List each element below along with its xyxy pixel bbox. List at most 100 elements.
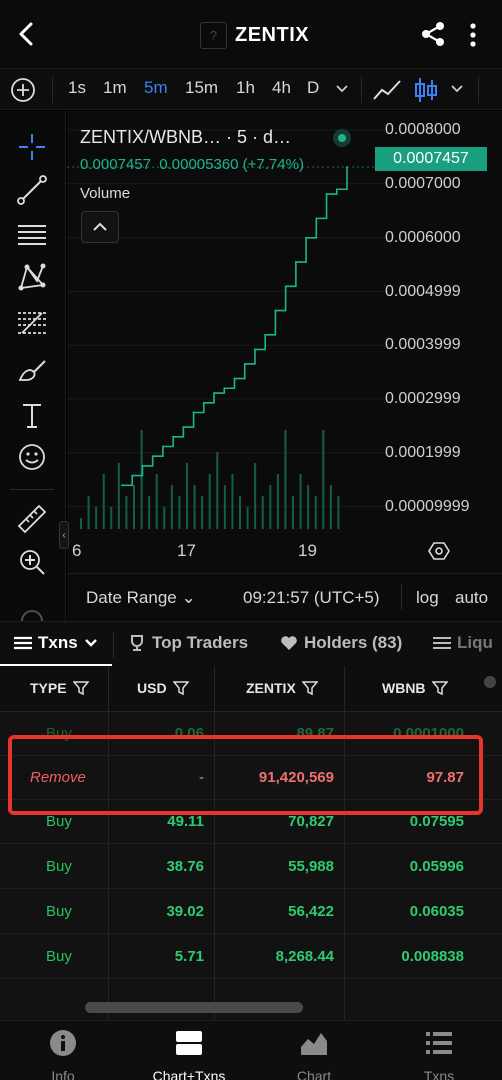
back-arrow-icon[interactable] xyxy=(14,20,38,48)
list-icon xyxy=(426,1032,452,1054)
timeframe-1s[interactable]: 1s xyxy=(68,78,86,98)
split-view-icon xyxy=(176,1031,202,1055)
divider xyxy=(478,77,479,103)
volume-bar xyxy=(102,474,105,529)
x-tick: 19 xyxy=(298,541,317,560)
chevron-down-icon[interactable] xyxy=(450,81,464,95)
volume-bar xyxy=(87,496,90,529)
token-title-group: ? ZENTIX xyxy=(200,20,309,50)
nav-chart[interactable]: Chart xyxy=(264,1029,364,1080)
column-header-zentix[interactable]: ZENTIX xyxy=(246,680,318,696)
zoom-in-icon[interactable] xyxy=(16,546,48,578)
wbnb-cell: 0.06035 xyxy=(409,903,464,920)
price-point xyxy=(305,236,307,239)
ruler-icon[interactable] xyxy=(16,503,48,535)
timeframe-5m[interactable]: 5m xyxy=(144,78,168,98)
table-row[interactable]: Buy 39.02 56,422 0.06035 xyxy=(0,890,502,934)
horizontal-lines-icon[interactable] xyxy=(16,219,48,251)
divider xyxy=(401,584,402,610)
pair-label[interactable]: ZENTIX/WBNB… · 5 · d… xyxy=(80,127,291,148)
crosshair-icon[interactable] xyxy=(16,131,48,163)
date-range-label: Date Range xyxy=(86,588,177,607)
trend-line-icon[interactable] xyxy=(16,174,48,206)
volume-bar xyxy=(125,496,128,529)
column-label: ZENTIX xyxy=(246,680,296,696)
timeframe-d[interactable]: D xyxy=(307,78,319,98)
tab-top-traders[interactable]: Top Traders xyxy=(128,633,248,653)
drawing-toolbar xyxy=(0,111,66,621)
highlight-annotation xyxy=(8,735,483,815)
nav-info[interactable]: Info xyxy=(13,1029,113,1080)
area-chart-icon xyxy=(301,1033,327,1055)
tab-label: Txns xyxy=(38,633,78,652)
y-tick: 0.0006000 xyxy=(385,229,461,246)
volume-bar xyxy=(178,496,181,529)
usd-cell: 49.11 xyxy=(167,813,204,830)
pattern-tool-icon[interactable] xyxy=(16,261,48,293)
date-range-button[interactable]: Date Range ⌄ xyxy=(86,588,196,608)
price-point xyxy=(335,188,338,191)
filter-icon[interactable] xyxy=(301,680,318,696)
type-cell: Buy xyxy=(46,813,72,830)
volume-bar xyxy=(276,474,279,529)
filter-icon[interactable] xyxy=(172,680,189,696)
list-icon xyxy=(433,637,451,649)
y-axis[interactable]: 0.0008000 0.0007000 0.0006000 0.0004999 … xyxy=(385,111,502,531)
chart-settings-icon[interactable] xyxy=(428,540,450,562)
filter-icon[interactable] xyxy=(431,680,448,696)
price-point xyxy=(213,392,215,394)
volume-bar xyxy=(155,474,158,529)
price-chart[interactable]: ZENTIX/WBNB… · 5 · d… 0.0007457 0.000053… xyxy=(59,111,502,621)
share-icon[interactable] xyxy=(420,21,446,47)
panel-handle[interactable]: ‹ xyxy=(59,521,69,549)
table-row[interactable]: Buy 38.76 55,988 0.05996 xyxy=(0,845,502,889)
timeframe-15m[interactable]: 15m xyxy=(185,78,218,98)
column-header-wbnb[interactable]: WBNB xyxy=(382,680,448,696)
magnet-icon[interactable] xyxy=(16,603,48,621)
volume-bar xyxy=(95,507,98,529)
vertical-scrollbar[interactable] xyxy=(484,676,496,688)
x-tick: 17 xyxy=(177,541,196,560)
emoji-icon[interactable] xyxy=(16,441,48,473)
x-tick: 6 xyxy=(72,541,82,560)
page-title: ZENTIX xyxy=(235,23,310,46)
timeframe-1m[interactable]: 1m xyxy=(103,78,127,98)
type-cell: Buy xyxy=(46,858,72,875)
candlestick-chart-type-icon[interactable] xyxy=(414,76,438,104)
line-chart-type-icon[interactable] xyxy=(372,77,402,103)
tab-holders[interactable]: Holders (83) xyxy=(280,633,402,653)
chevron-down-icon[interactable] xyxy=(335,81,349,95)
nav-chart-txns[interactable]: Chart+Txns xyxy=(139,1029,239,1080)
price-point xyxy=(141,465,144,467)
transactions-table[interactable]: TYPE USD ZENTIX WBNB Buy 0.06 89.87 0.00… xyxy=(0,666,502,1020)
horizontal-scrollbar[interactable] xyxy=(85,1002,303,1013)
brush-icon[interactable] xyxy=(16,354,48,386)
volume-bar xyxy=(140,430,143,529)
volume-bar xyxy=(80,518,82,529)
log-toggle[interactable]: log xyxy=(416,588,439,608)
column-header-type[interactable]: TYPE xyxy=(30,680,89,696)
volume-bar xyxy=(269,485,272,529)
column-header-usd[interactable]: USD xyxy=(137,680,189,696)
volume-bar xyxy=(284,430,287,529)
more-vertical-icon[interactable] xyxy=(466,22,480,48)
price-point xyxy=(284,285,287,288)
nav-txns[interactable]: Txns xyxy=(389,1029,489,1080)
chart-plot-area[interactable] xyxy=(67,111,385,536)
y-tick: 0.0004999 xyxy=(385,283,461,300)
text-tool-icon[interactable] xyxy=(16,399,48,431)
tab-txns[interactable]: Txns xyxy=(14,633,98,653)
last-price: 0.0007457 xyxy=(80,156,151,173)
volume-bar xyxy=(117,463,120,529)
volume-bar xyxy=(208,474,211,529)
auto-scale-toggle[interactable]: auto xyxy=(455,588,488,608)
add-indicator-icon[interactable] xyxy=(10,77,36,103)
timeframe-1h[interactable]: 1h xyxy=(236,78,255,98)
fib-tool-icon[interactable] xyxy=(16,307,48,339)
collapse-indicators-button[interactable] xyxy=(81,211,119,243)
tab-liquidity[interactable]: Liqu xyxy=(433,633,493,653)
table-row[interactable]: Buy 5.71 8,268.44 0.008838 xyxy=(0,935,502,979)
timeframe-4h[interactable]: 4h xyxy=(272,78,291,98)
filter-icon[interactable] xyxy=(72,680,89,696)
divider xyxy=(361,77,362,103)
